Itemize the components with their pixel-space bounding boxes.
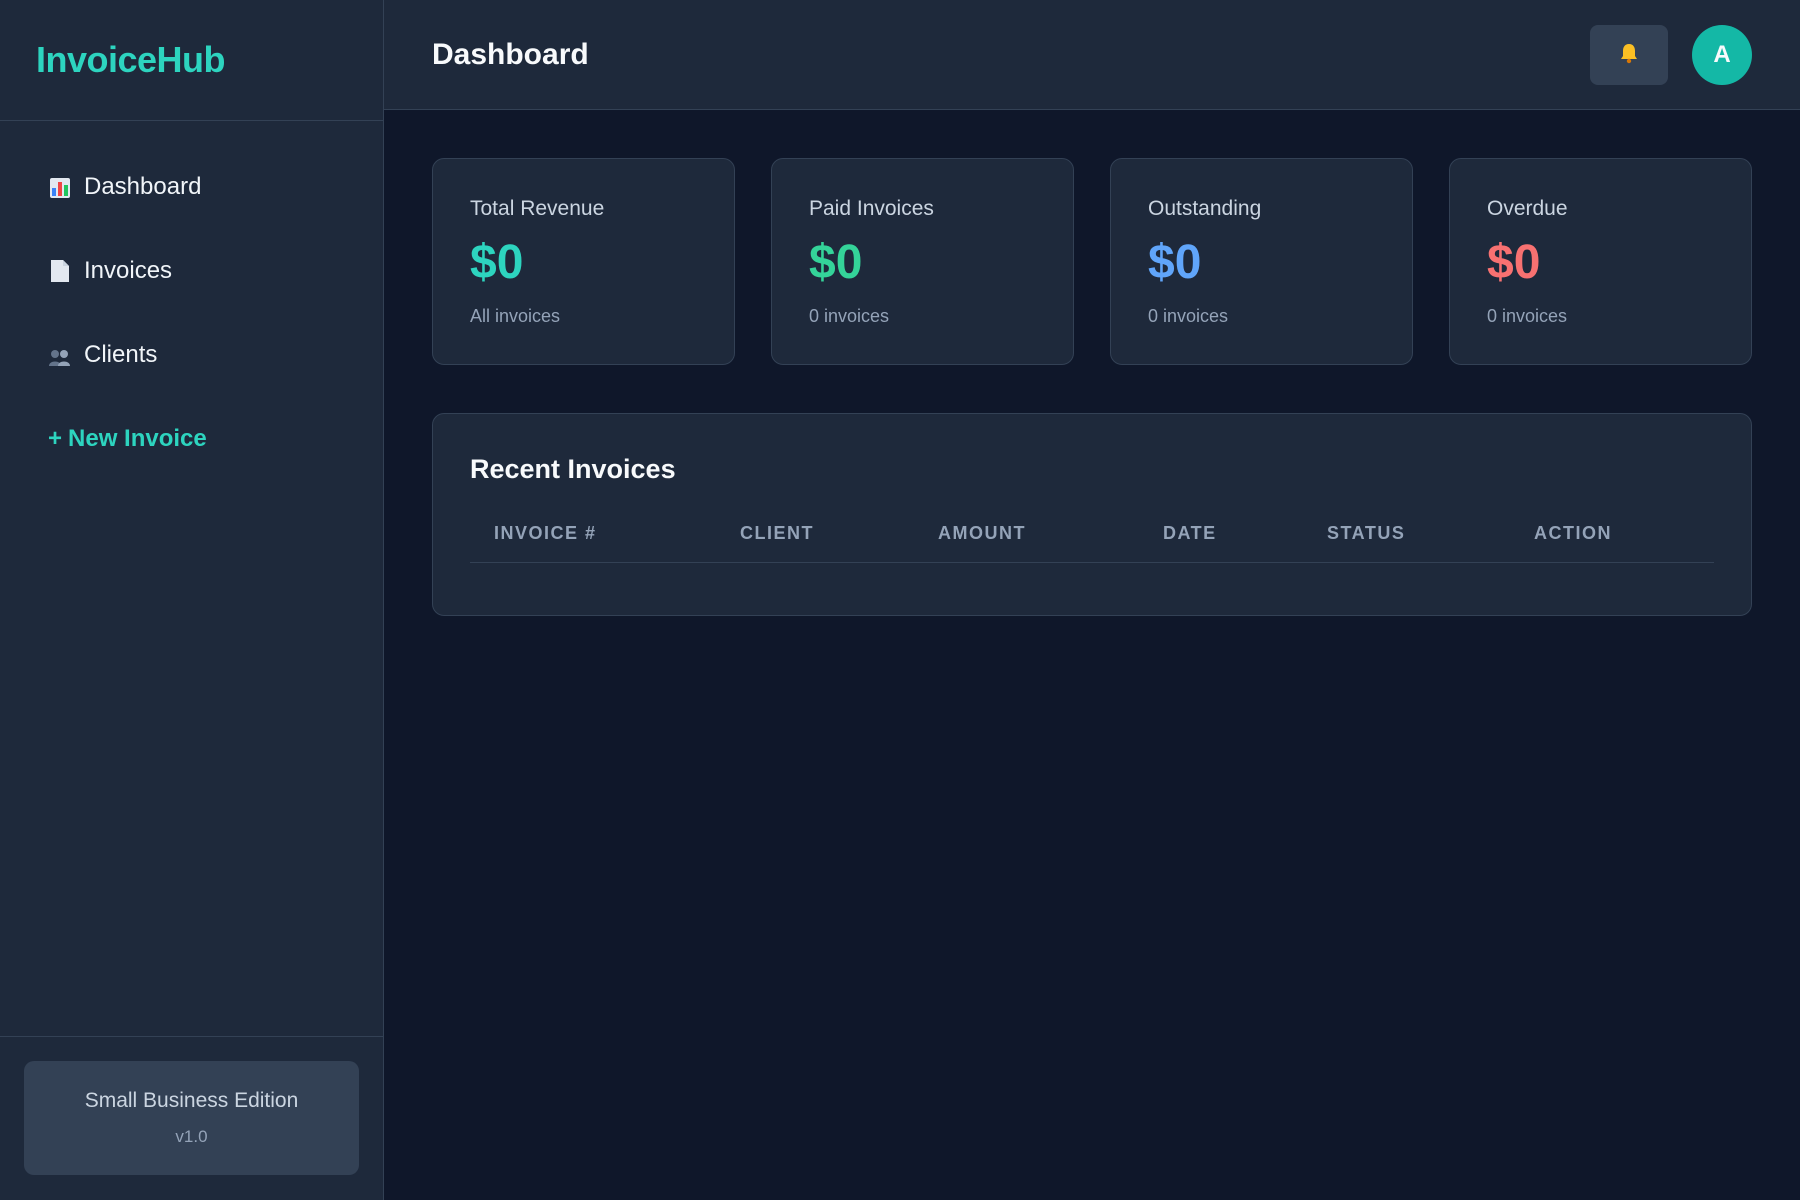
main-area: Dashboard A Total Revenue $0 All invoice… [384, 0, 1800, 1200]
stat-label: Total Revenue [470, 197, 605, 220]
sidebar-footer: Small Business Edition v1.0 [0, 1036, 383, 1200]
brand: InvoiceHub [0, 0, 383, 121]
topbar-actions: A [1590, 24, 1752, 85]
notifications-button[interactable] [1590, 24, 1668, 85]
stat-card-outstanding: Outstanding $0 0 invoices [1110, 158, 1413, 365]
stat-label: Paid Invoices [809, 197, 934, 220]
sidebar-item-label: Invoices [84, 257, 173, 284]
sidebar-item-dashboard[interactable]: Dashboard [24, 157, 359, 217]
app-root: InvoiceHub Dashboard Invoices Clients + … [0, 0, 1800, 1200]
stat-label: Outstanding [1148, 197, 1262, 220]
stat-value: $0 [1487, 236, 1541, 289]
stat-subtext: All invoices [470, 306, 561, 326]
app-logo-text[interactable]: InvoiceHub [36, 39, 226, 81]
stat-subtext: 0 invoices [1487, 306, 1568, 326]
version-label: v1.0 [175, 1127, 208, 1146]
column-header-invoice-number[interactable]: INVOICE # [470, 523, 716, 563]
sidebar-nav: Dashboard Invoices Clients + New Invoice [0, 121, 383, 1036]
stat-value: $0 [470, 236, 524, 289]
new-invoice-button[interactable]: + New Invoice [24, 409, 359, 469]
stat-value: $0 [809, 236, 863, 289]
column-header-client[interactable]: CLIENT [716, 523, 914, 563]
stat-card-total-revenue: Total Revenue $0 All invoices [432, 158, 735, 365]
avatar[interactable]: A [1692, 24, 1752, 85]
stat-label: Overdue [1487, 197, 1568, 220]
column-header-date[interactable]: DATE [1139, 523, 1303, 563]
column-header-amount[interactable]: AMOUNT [914, 523, 1139, 563]
edition-badge: Small Business Edition v1.0 [24, 1061, 359, 1175]
invoices-table: INVOICE # CLIENT AMOUNT DATE STATUS ACTI… [470, 523, 1714, 563]
plus-icon: + [48, 425, 63, 452]
stat-subtext: 0 invoices [809, 306, 890, 326]
section-title: Recent Invoices [470, 454, 676, 484]
stat-card-paid-invoices: Paid Invoices $0 0 invoices [771, 158, 1074, 365]
sidebar-item-label: Dashboard [84, 173, 202, 200]
new-invoice-label: New Invoice [68, 425, 207, 452]
dashboard-content: Total Revenue $0 All invoices Paid Invoi… [384, 110, 1800, 664]
page-title: Dashboard [432, 37, 589, 71]
users-icon [48, 343, 72, 367]
document-icon [48, 259, 72, 283]
column-header-action[interactable]: ACTION [1510, 523, 1714, 563]
stat-value: $0 [1148, 236, 1202, 289]
sidebar-item-label: Clients [84, 341, 158, 368]
bell-icon [1618, 42, 1640, 67]
sidebar-item-clients[interactable]: Clients [24, 325, 359, 385]
stats-row: Total Revenue $0 All invoices Paid Invoi… [432, 158, 1752, 365]
edition-name: Small Business Edition [84, 1089, 299, 1112]
column-header-status[interactable]: STATUS [1303, 523, 1510, 563]
top-bar: Dashboard A [384, 0, 1800, 110]
sidebar: InvoiceHub Dashboard Invoices Clients + … [0, 0, 384, 1200]
sidebar-item-invoices[interactable]: Invoices [24, 241, 359, 301]
stat-card-overdue: Overdue $0 0 invoices [1449, 158, 1752, 365]
table-header-row: INVOICE # CLIENT AMOUNT DATE STATUS ACTI… [470, 523, 1714, 563]
bar-chart-icon [48, 175, 72, 199]
stat-subtext: 0 invoices [1148, 306, 1229, 326]
recent-invoices-panel: Recent Invoices INVOICE # CLIENT AMOUNT … [432, 413, 1752, 616]
